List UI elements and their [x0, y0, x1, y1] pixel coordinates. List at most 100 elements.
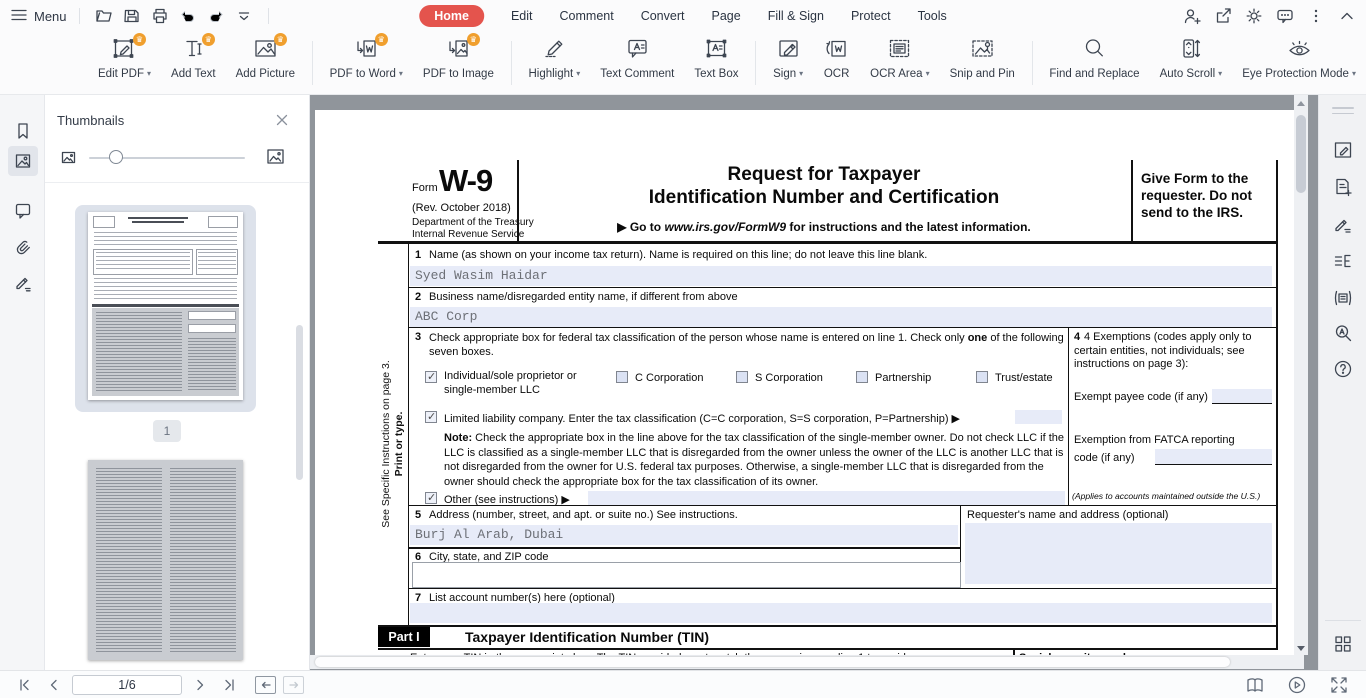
more-panels-icon[interactable] — [1332, 633, 1354, 655]
presentation-mode-icon[interactable] — [1286, 675, 1308, 695]
zoom-in-thumbnail-icon[interactable] — [266, 147, 285, 171]
checkbox-c-corporation-label: C Corporation — [635, 372, 703, 384]
undo-button[interactable] — [176, 4, 200, 28]
tab-convert[interactable]: Convert — [641, 9, 685, 23]
eye-protection-mode-button[interactable]: Eye Protection Mode▾ — [1232, 32, 1366, 94]
sign-stamp-icon[interactable] — [1332, 213, 1354, 235]
signature-panel-icon[interactable] — [8, 267, 38, 297]
menu-button[interactable]: Menu — [10, 6, 67, 27]
edit-pdf-button[interactable]: ♛ Edit PDF▾ — [88, 32, 161, 94]
checkbox-other[interactable]: ✓ — [425, 492, 437, 504]
pdf-to-word-button[interactable]: ♛ PDF to Word▾ — [320, 32, 413, 94]
form-fields-icon[interactable] — [1332, 287, 1354, 309]
next-page-button[interactable] — [189, 675, 211, 695]
next-view-button[interactable] — [283, 676, 304, 694]
fullscreen-icon[interactable] — [1328, 675, 1350, 695]
tab-comment[interactable]: Comment — [560, 9, 614, 23]
thumbnail-page-2[interactable] — [88, 460, 243, 660]
ocr-button[interactable]: OCR — [813, 32, 860, 94]
open-file-button[interactable] — [92, 4, 116, 28]
thumbnail-size-slider-knob[interactable] — [109, 150, 123, 164]
vertical-scrollbar[interactable] — [1294, 95, 1308, 655]
thumbnail-page-1-number[interactable]: 1 — [153, 420, 181, 442]
more-options-button[interactable] — [1305, 4, 1327, 28]
llc-classification-field[interactable] — [1015, 410, 1062, 424]
scroll-up-icon[interactable] — [1297, 101, 1305, 106]
search-text-icon[interactable] — [1332, 322, 1354, 344]
business-name-field[interactable]: ABC Corp — [410, 307, 1272, 327]
snip-and-pin-button[interactable]: Snip and Pin — [940, 32, 1025, 94]
fatca-field[interactable] — [1155, 449, 1272, 465]
add-picture-button[interactable]: ♛ Add Picture — [226, 32, 305, 94]
tab-page[interactable]: Page — [711, 9, 740, 23]
city-state-zip-input[interactable] — [412, 562, 961, 588]
print-button[interactable] — [148, 4, 172, 28]
name-field[interactable]: Syed Wasim Haidar — [410, 266, 1272, 286]
auto-scroll-button[interactable]: Auto Scroll▾ — [1150, 32, 1233, 94]
vertical-scrollbar-thumb[interactable] — [1296, 115, 1306, 193]
panel-scrollbar[interactable] — [296, 325, 303, 480]
exempt-payee-field[interactable] — [1212, 389, 1272, 404]
text-comment-label: Text Comment — [600, 68, 674, 80]
feedback-button[interactable] — [1274, 4, 1296, 28]
close-panel-icon[interactable] — [273, 111, 291, 129]
checkbox-partnership[interactable] — [856, 371, 868, 383]
name-field-value: Syed Wasim Haidar — [415, 268, 548, 283]
comment-panel-icon[interactable] — [8, 195, 38, 225]
collapse-ribbon-button[interactable] — [1336, 4, 1358, 28]
find-and-replace-button[interactable]: Find and Replace — [1039, 32, 1149, 94]
address-field[interactable]: Burj Al Arab, Dubai — [410, 525, 958, 545]
split-view-icon[interactable] — [1332, 250, 1354, 272]
thumbnail-page-1-preview[interactable] — [88, 212, 243, 400]
requester-field[interactable] — [965, 523, 1272, 584]
last-page-button[interactable] — [218, 675, 240, 695]
previous-view-button[interactable] — [255, 676, 276, 694]
horizontal-scrollbar-thumb[interactable] — [315, 657, 1230, 667]
horizontal-scrollbar[interactable] — [310, 655, 1304, 669]
checkbox-llc[interactable]: ✓ — [425, 411, 437, 423]
account-numbers-field[interactable] — [410, 603, 1272, 623]
tab-edit[interactable]: Edit — [511, 9, 533, 23]
share-user-button[interactable] — [1181, 4, 1203, 28]
attachment-icon[interactable] — [8, 231, 38, 261]
requester-label: Requester's name and address (optional) — [967, 509, 1168, 521]
customize-toolbar-button[interactable] — [232, 4, 256, 28]
settings-button[interactable] — [1243, 4, 1265, 28]
scroll-down-icon[interactable] — [1297, 646, 1305, 651]
text-box-button[interactable]: Text Box — [684, 32, 748, 94]
sign-button[interactable]: Sign▾ — [763, 32, 813, 94]
bookmark-icon[interactable] — [8, 116, 38, 146]
help-icon[interactable] — [1332, 358, 1354, 380]
checkbox-individual[interactable]: ✓ — [425, 371, 437, 383]
rail-drag-handle[interactable] — [1332, 107, 1354, 118]
exempt-payee-label: Exempt payee code (if any) — [1074, 391, 1208, 403]
tab-fill-sign[interactable]: Fill & Sign — [768, 9, 824, 23]
pdf-to-image-button[interactable]: ♛ PDF to Image — [413, 32, 504, 94]
save-button[interactable] — [120, 4, 144, 28]
page-number-input[interactable] — [72, 675, 182, 695]
zoom-out-thumbnail-icon[interactable] — [61, 150, 76, 170]
other-field[interactable] — [588, 491, 1065, 505]
add-page-icon[interactable] — [1332, 176, 1354, 198]
crown-badge-icon: ♛ — [274, 33, 287, 46]
checkbox-s-corporation[interactable] — [736, 371, 748, 383]
redo-button[interactable] — [204, 4, 228, 28]
highlight-button[interactable]: Highlight▾ — [518, 32, 590, 94]
edit-icon[interactable] — [1332, 139, 1354, 161]
read-mode-icon[interactable] — [1244, 675, 1266, 695]
previous-page-button[interactable] — [43, 675, 65, 695]
ribbon-tabs: Home Edit Comment Convert Page Fill & Si… — [419, 0, 947, 32]
checkbox-c-corporation[interactable] — [616, 371, 628, 383]
highlight-label: Highlight — [528, 68, 573, 80]
thumbnails-panel-title: Thumbnails — [57, 113, 124, 128]
first-page-button[interactable] — [14, 675, 36, 695]
page-thumbnails-icon[interactable] — [8, 146, 38, 176]
tab-home[interactable]: Home — [419, 5, 484, 27]
checkbox-trust-estate[interactable] — [976, 371, 988, 383]
text-comment-button[interactable]: Text Comment — [590, 32, 684, 94]
tab-tools[interactable]: Tools — [918, 9, 947, 23]
tab-protect[interactable]: Protect — [851, 9, 891, 23]
share-icon-button[interactable] — [1212, 4, 1234, 28]
add-text-button[interactable]: ♛ Add Text — [161, 32, 226, 94]
ocr-area-button[interactable]: OCR Area▾ — [860, 32, 939, 94]
